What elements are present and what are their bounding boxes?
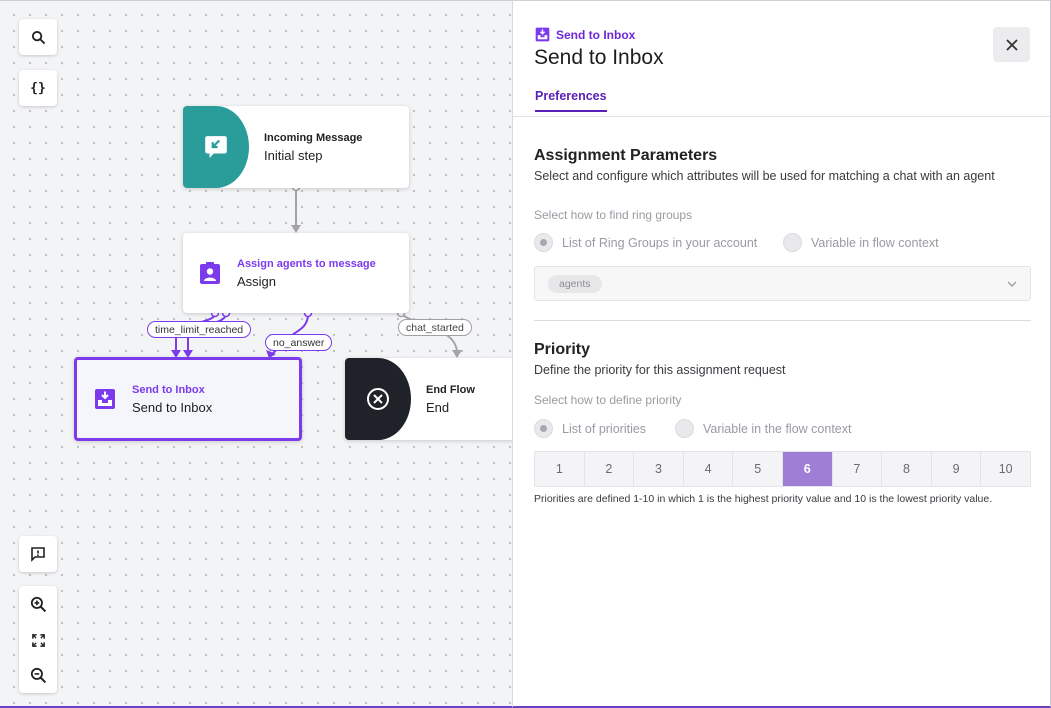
ring-groups-label: Select how to find ring groups <box>534 208 693 222</box>
tab-divider <box>513 116 1050 117</box>
node-send-inbox-kind: Send to Inbox <box>132 383 205 396</box>
ring-group-chip: agents <box>548 275 602 293</box>
priority-description: Define the priority for this assignment … <box>534 363 786 377</box>
node-end-badge <box>345 358 411 440</box>
assignment-description: Select and configure which attributes wi… <box>534 169 995 183</box>
edge-incoming-to-assign <box>291 182 301 233</box>
priority-option-1[interactable]: 1 <box>535 452 585 486</box>
radio-label: Variable in flow context <box>811 235 939 250</box>
assign-agent-icon <box>200 262 220 284</box>
incoming-message-icon <box>205 136 227 158</box>
node-end-flow[interactable]: End Flow End <box>345 358 512 440</box>
priority-option-7[interactable]: 7 <box>833 452 883 486</box>
properties-panel: Send to Inbox Send to Inbox Preferences … <box>512 0 1051 708</box>
priority-option-8[interactable]: 8 <box>882 452 932 486</box>
priority-option-4[interactable]: 4 <box>684 452 734 486</box>
send-to-inbox-icon <box>535 27 550 42</box>
priority-method-label: Select how to define priority <box>534 393 682 407</box>
priority-option-2[interactable]: 2 <box>585 452 635 486</box>
edge-label-time-limit-reached[interactable]: time_limit_reached <box>147 321 252 338</box>
tab-preferences[interactable]: Preferences <box>535 89 607 112</box>
edge-label-chat-started[interactable]: chat_started <box>398 319 472 336</box>
node-assign-kind: Assign agents to message <box>237 257 376 270</box>
node-incoming-kind: Incoming Message <box>264 131 363 144</box>
edge-label-no-answer[interactable]: no_answer <box>265 334 333 351</box>
node-assign[interactable]: Assign agents to message Assign <box>183 233 409 313</box>
node-incoming-badge <box>183 106 249 188</box>
radio-dot <box>534 419 553 438</box>
radio-label: Variable in the flow context <box>703 421 852 436</box>
radio-label: List of Ring Groups in your account <box>562 235 758 250</box>
radio-dot <box>783 233 802 252</box>
flow-canvas[interactable]: {} Incoming Message Initial step Assign … <box>0 0 512 708</box>
panel-eyebrow: Send to Inbox <box>535 27 635 42</box>
panel-title: Send to Inbox <box>534 46 664 69</box>
radio-dot <box>534 233 553 252</box>
ring-groups-select[interactable]: agents <box>534 266 1031 301</box>
node-assign-name: Assign <box>237 273 277 289</box>
node-incoming-name: Initial step <box>264 147 323 163</box>
node-send-inbox-badge <box>77 360 132 438</box>
node-send-to-inbox[interactable]: Send to Inbox Send to Inbox <box>74 357 302 441</box>
chevron-down-icon <box>1007 281 1017 287</box>
priority-option-9[interactable]: 9 <box>932 452 982 486</box>
close-button[interactable] <box>993 27 1030 62</box>
radio-priority-variable[interactable]: Variable in the flow context <box>675 419 851 438</box>
node-end-kind: End Flow <box>426 383 475 396</box>
priority-option-6[interactable]: 6 <box>782 452 833 486</box>
end-flow-icon <box>367 388 389 410</box>
node-assign-badge <box>183 233 237 313</box>
priority-option-5[interactable]: 5 <box>733 452 783 486</box>
radio-ring-groups-list[interactable]: List of Ring Groups in your account <box>534 233 757 252</box>
node-incoming-message[interactable]: Incoming Message Initial step <box>183 106 409 188</box>
arrow-chat-started <box>452 350 462 358</box>
priority-option-3[interactable]: 3 <box>634 452 684 486</box>
radio-label: List of priorities <box>562 421 647 436</box>
section-divider <box>534 320 1031 321</box>
priority-title: Priority <box>534 341 591 358</box>
node-end-name: End <box>426 399 450 415</box>
send-to-inbox-icon <box>94 389 115 409</box>
radio-dot <box>675 419 694 438</box>
node-send-inbox-name: Send to Inbox <box>132 399 213 415</box>
radio-ring-groups-variable[interactable]: Variable in flow context <box>783 233 939 252</box>
priority-option-10[interactable]: 10 <box>981 452 1030 486</box>
radio-priority-list[interactable]: List of priorities <box>534 419 646 438</box>
panel-eyebrow-label: Send to Inbox <box>556 27 636 42</box>
assignment-title: Assignment Parameters <box>534 147 718 164</box>
priority-selector: 1 2 3 4 5 6 7 8 9 10 <box>534 451 1031 487</box>
close-icon <box>1005 38 1018 51</box>
priority-hint: Priorities are defined 1-10 in which 1 i… <box>534 493 993 505</box>
